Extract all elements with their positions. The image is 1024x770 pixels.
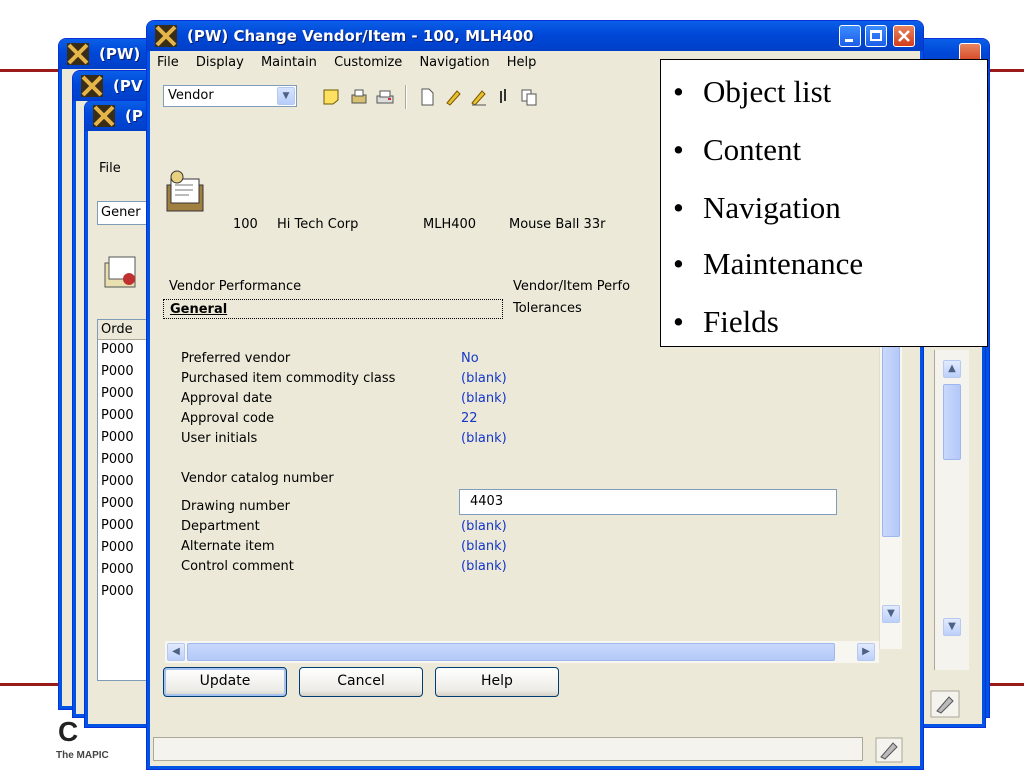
menu-maintain[interactable]: Maintain — [261, 55, 317, 70]
edit-icon[interactable] — [469, 87, 489, 107]
close-icon — [898, 30, 910, 42]
field-label: Vendor catalog number — [181, 471, 334, 486]
menu-customize[interactable]: Customize — [334, 55, 402, 70]
vendor-number: 100 — [233, 217, 258, 232]
field-label: Drawing number — [181, 499, 290, 514]
chevron-down-icon[interactable]: ▼ — [277, 87, 295, 105]
callout-item: • Maintenance — [673, 246, 864, 281]
callout-item-text: Fields — [703, 304, 779, 339]
scroll-right-icon[interactable]: ▶ — [857, 643, 875, 661]
callout-item-text: Maintenance — [703, 246, 864, 281]
logo-subtext: The MAPIC — [56, 750, 109, 761]
callout-item: • Navigation — [673, 190, 841, 225]
field-label: Approval date — [181, 391, 273, 406]
field-label: Department — [181, 519, 260, 534]
minimize-icon — [845, 39, 853, 42]
scroll-thumb[interactable] — [882, 345, 900, 537]
vertical-scrollbar[interactable]: ▼ — [879, 341, 902, 649]
horizontal-scrollbar[interactable]: ◀ ▶ — [165, 641, 879, 663]
item-description: Mouse Ball 33r — [509, 217, 606, 232]
update-button[interactable]: Update — [163, 667, 287, 697]
menu-file[interactable]: File — [99, 161, 121, 176]
close-button[interactable] — [893, 25, 915, 47]
print-preview-icon[interactable] — [349, 87, 369, 107]
menu-bar: File Display Maintain Customize Navigati… — [157, 55, 549, 77]
callout-item: • Content — [673, 132, 802, 167]
maximize-button[interactable] — [865, 25, 887, 47]
callout-item: • Fields — [673, 304, 779, 339]
field-label: Purchased item commodity class — [181, 371, 396, 386]
minimize-button[interactable] — [839, 25, 861, 47]
window-title: (PW) — [99, 45, 141, 63]
field-label: Preferred vendor — [181, 351, 291, 366]
app-icon — [155, 25, 177, 47]
scroll-down-icon[interactable]: ▼ — [943, 618, 961, 636]
logo: C — [58, 716, 79, 747]
field-value: (blank) — [461, 391, 507, 406]
app-icon — [81, 75, 103, 97]
field-value: (blank) — [461, 371, 507, 386]
app-icon — [93, 105, 115, 127]
callout-item-text: Content — [703, 132, 802, 167]
vendor-catalog-number-value: 4403 — [470, 494, 504, 509]
background-status-icon[interactable] — [930, 690, 960, 718]
scroll-thumb[interactable] — [943, 384, 961, 460]
cancel-button[interactable]: Cancel — [299, 667, 423, 697]
tab-vendor-performance[interactable]: Vendor Performance — [163, 277, 503, 297]
vendor-item-icon — [166, 170, 204, 212]
window-title: (PW) Change Vendor/Item - 100, MLH400 — [187, 27, 534, 45]
menu-display[interactable]: Display — [196, 55, 244, 70]
document-stack-icon — [104, 256, 136, 288]
scroll-left-icon[interactable]: ◀ — [167, 643, 185, 661]
field-value: (blank) — [461, 431, 507, 446]
field-value: 22 — [461, 411, 478, 426]
scroll-up-icon[interactable]: ▲ — [943, 360, 961, 378]
menu-navigation[interactable]: Navigation — [419, 55, 489, 70]
callout-item-text: Object list — [703, 74, 832, 109]
field-value: (blank) — [461, 539, 507, 554]
new-document-icon[interactable] — [417, 87, 437, 107]
app-icon — [67, 43, 89, 65]
field-value: No — [461, 351, 479, 366]
field-label: Alternate item — [181, 539, 275, 554]
field-label: Control comment — [181, 559, 294, 574]
status-edit-icon[interactable] — [875, 737, 903, 763]
window-title: (PV — [113, 77, 143, 95]
callout-box: • Object list • Content • Navigation • Maint… — [660, 59, 988, 347]
maximize-icon — [870, 30, 882, 41]
menu-file[interactable]: File — [157, 55, 179, 70]
toolbar-separator — [405, 85, 407, 109]
pencil-icon[interactable] — [443, 87, 463, 107]
view-combo-value: Vendor — [168, 88, 214, 103]
print-icon[interactable] — [375, 87, 395, 107]
background-scrollbar[interactable]: ▲ ▼ — [934, 350, 969, 670]
copy-icon[interactable] — [495, 87, 515, 107]
window-title: (P — [125, 107, 143, 125]
vendor-name: Hi Tech Corp — [277, 217, 359, 232]
note-icon[interactable] — [321, 87, 341, 107]
field-value: (blank) — [461, 559, 507, 574]
view-combo[interactable]: Vendor ▼ — [163, 85, 297, 107]
field-label: User initials — [181, 431, 258, 446]
help-button[interactable]: Help — [435, 667, 559, 697]
horizontal-scroll-thumb[interactable] — [187, 643, 835, 661]
field-label: Approval code — [181, 411, 275, 426]
paste-icon[interactable] — [519, 87, 539, 107]
callout-item: • Object list — [673, 74, 832, 109]
field-value: (blank) — [461, 519, 507, 534]
status-bar — [153, 737, 863, 761]
title-bar[interactable]: (PW) Change Vendor/Item - 100, MLH400 — [147, 21, 923, 51]
callout-item-text: Navigation — [703, 190, 841, 225]
vendor-catalog-number-input[interactable]: 4403 — [459, 489, 837, 515]
view-combo-value: Gener — [101, 205, 141, 220]
item-number: MLH400 — [423, 217, 477, 232]
tab-general[interactable]: General — [163, 299, 503, 319]
scroll-down-icon[interactable]: ▼ — [882, 605, 900, 623]
menu-help[interactable]: Help — [507, 55, 537, 70]
